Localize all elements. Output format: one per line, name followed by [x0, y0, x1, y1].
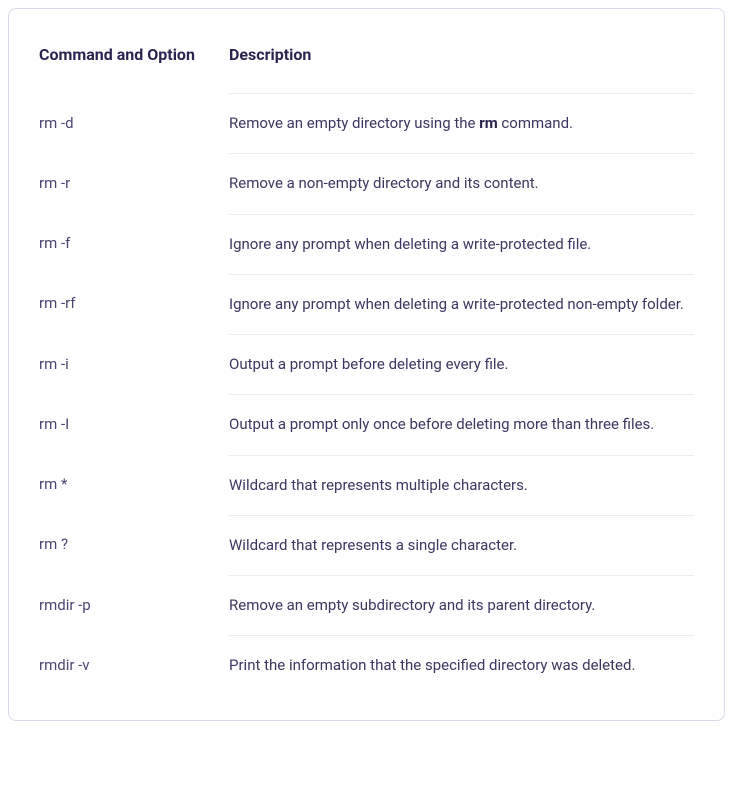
- table-header-row: Command and Option Description: [39, 39, 694, 94]
- header-command: Command and Option: [39, 39, 229, 94]
- command-cell: rm -r: [39, 154, 229, 214]
- description-text: Remove a non-empty directory and its con…: [229, 174, 539, 192]
- description-bold: rm: [479, 114, 498, 132]
- table-row: rm -IOutput a prompt only once before de…: [39, 395, 694, 455]
- command-cell: rm -I: [39, 395, 229, 455]
- description-cell: Wildcard that represents a single charac…: [229, 515, 694, 575]
- description-cell: Output a prompt only once before deletin…: [229, 395, 694, 455]
- command-cell: rm -f: [39, 214, 229, 274]
- description-text: Wildcard that represents multiple charac…: [229, 476, 528, 494]
- command-cell: rm *: [39, 455, 229, 515]
- table-row: rm -fIgnore any prompt when deleting a w…: [39, 214, 694, 274]
- description-text: Ignore any prompt when deleting a write-…: [229, 295, 684, 313]
- command-table-card: Command and Option Description rm -dRemo…: [8, 8, 725, 721]
- table-row: rm -iOutput a prompt before deleting eve…: [39, 335, 694, 395]
- description-text: Wildcard that represents a single charac…: [229, 536, 517, 554]
- table-row: rm -rRemove a non-empty directory and it…: [39, 154, 694, 214]
- description-cell: Output a prompt before deleting every fi…: [229, 335, 694, 395]
- command-cell: rmdir -v: [39, 636, 229, 696]
- description-text: Remove an empty directory using the: [229, 114, 479, 132]
- table-row: rm *Wildcard that represents multiple ch…: [39, 455, 694, 515]
- description-cell: Ignore any prompt when deleting a write-…: [229, 214, 694, 274]
- command-table: Command and Option Description rm -dRemo…: [39, 39, 694, 696]
- command-cell: rm -d: [39, 94, 229, 154]
- description-cell: Remove an empty directory using the rm c…: [229, 94, 694, 154]
- description-text: Output a prompt only once before deletin…: [229, 415, 654, 433]
- description-text: Ignore any prompt when deleting a write-…: [229, 235, 591, 253]
- description-text: Remove an empty subdirectory and its par…: [229, 596, 595, 614]
- table-row: rmdir -vPrint the information that the s…: [39, 636, 694, 696]
- description-cell: Ignore any prompt when deleting a write-…: [229, 274, 694, 334]
- table-row: rmdir -pRemove an empty subdirectory and…: [39, 576, 694, 636]
- command-cell: rmdir -p: [39, 576, 229, 636]
- command-cell: rm ?: [39, 515, 229, 575]
- description-cell: Remove an empty subdirectory and its par…: [229, 576, 694, 636]
- description-cell: Print the information that the specified…: [229, 636, 694, 696]
- description-cell: Remove a non-empty directory and its con…: [229, 154, 694, 214]
- description-cell: Wildcard that represents multiple charac…: [229, 455, 694, 515]
- description-text: Output a prompt before deleting every fi…: [229, 355, 508, 373]
- table-row: rm -dRemove an empty directory using the…: [39, 94, 694, 154]
- description-text-post: command.: [498, 114, 573, 132]
- command-cell: rm -rf: [39, 274, 229, 334]
- command-cell: rm -i: [39, 335, 229, 395]
- table-row: rm ?Wildcard that represents a single ch…: [39, 515, 694, 575]
- table-row: rm -rfIgnore any prompt when deleting a …: [39, 274, 694, 334]
- description-text: Print the information that the specified…: [229, 656, 635, 674]
- header-description: Description: [229, 39, 694, 94]
